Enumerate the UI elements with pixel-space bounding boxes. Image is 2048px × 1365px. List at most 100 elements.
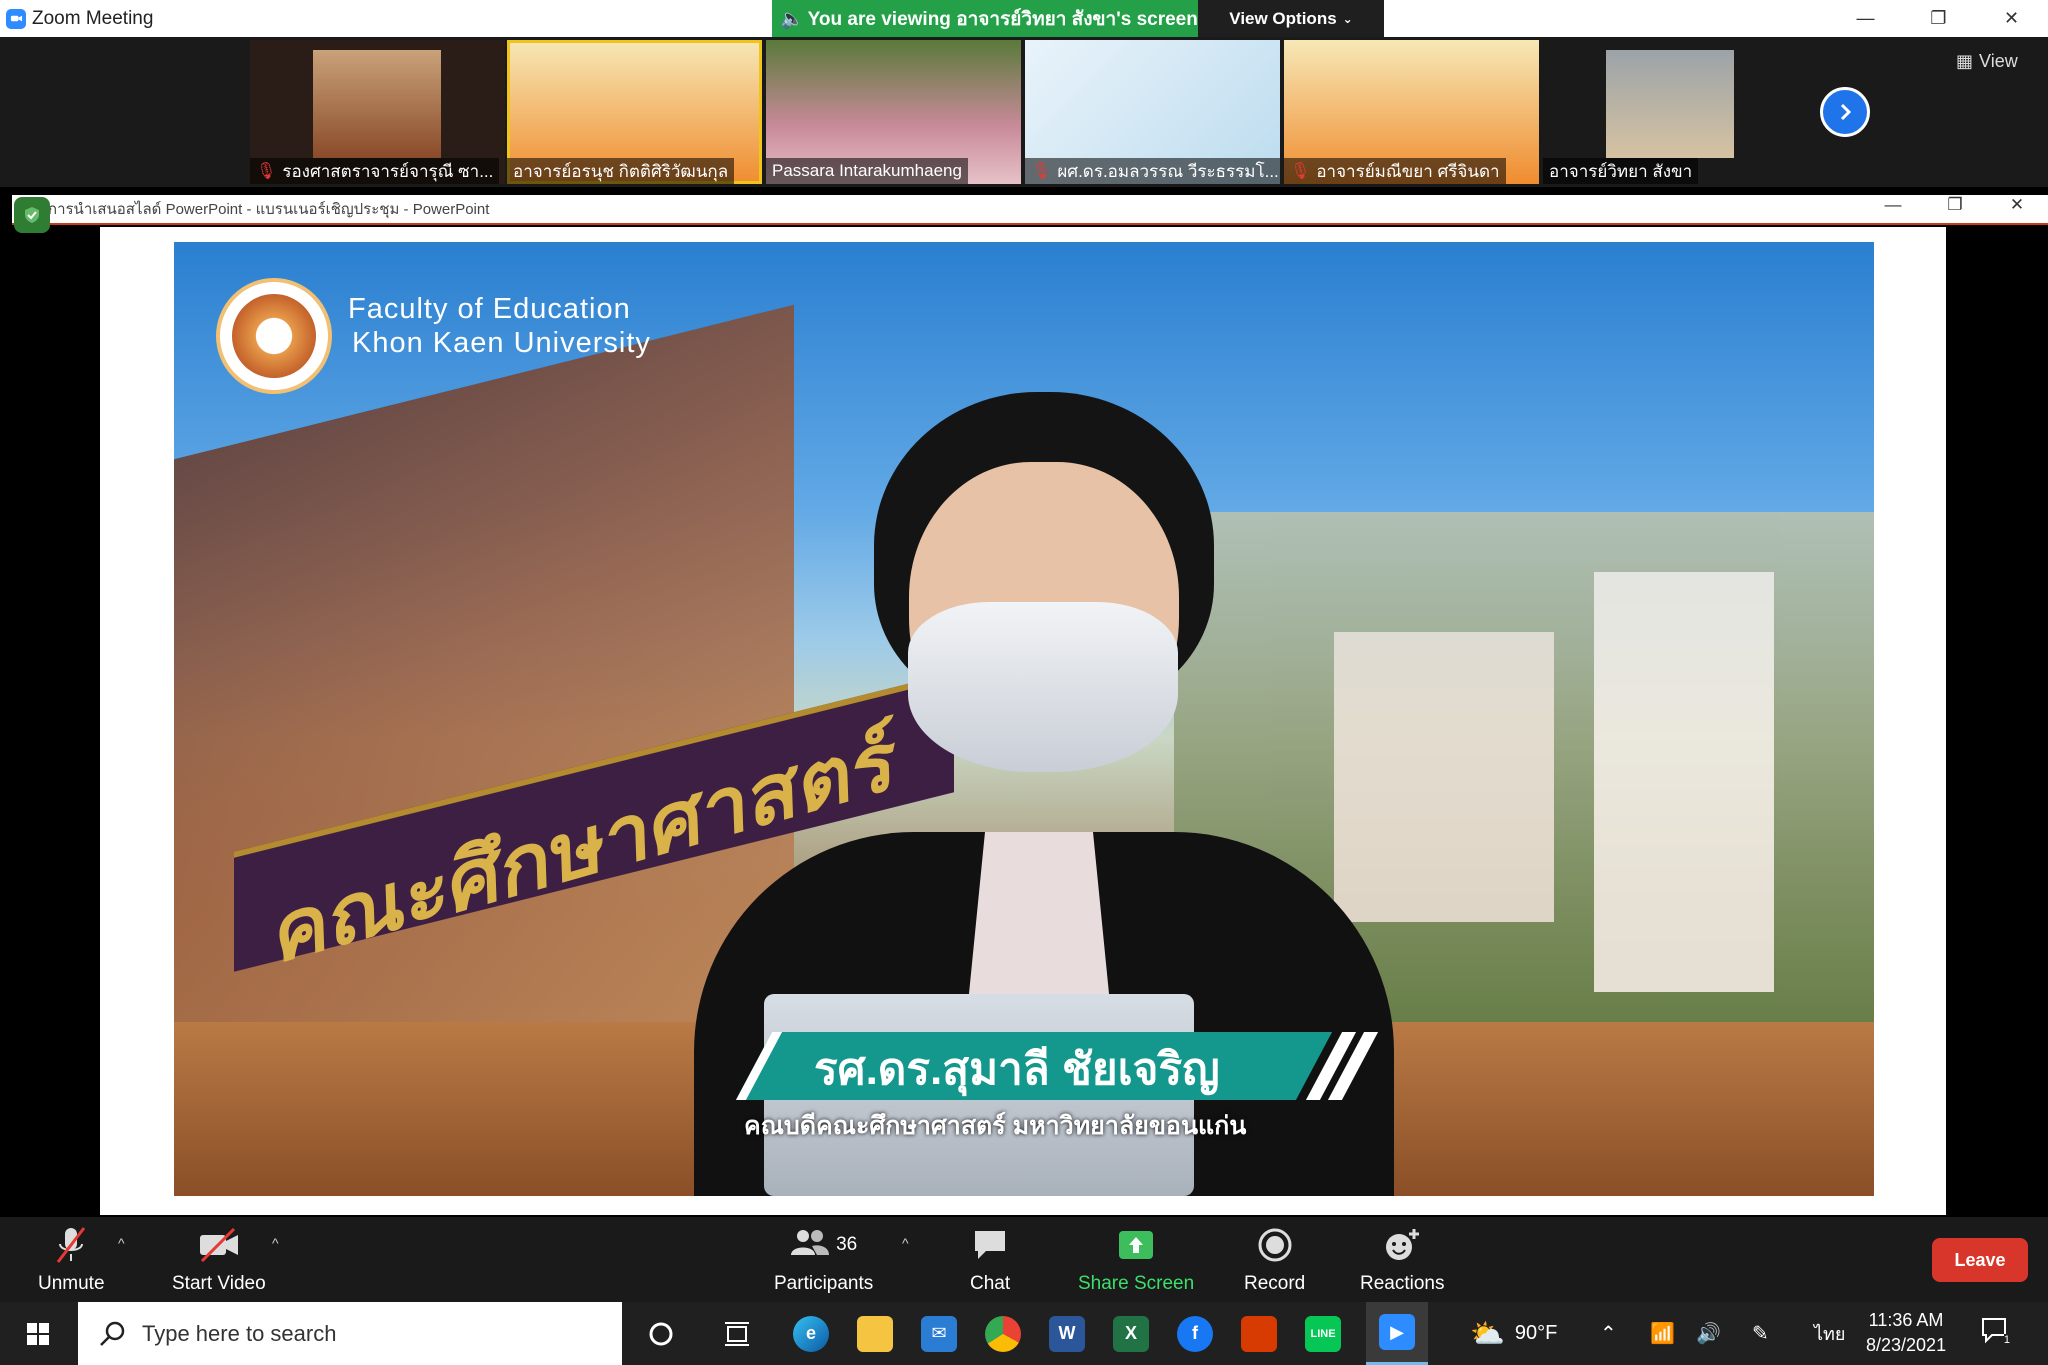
cortana-icon bbox=[649, 1322, 673, 1345]
notification-count: 1 bbox=[2003, 1334, 2010, 1346]
taskbar-clock[interactable]: 11:36 AM 8/23/2021 bbox=[1866, 1308, 1946, 1358]
task-view-icon bbox=[725, 1321, 749, 1346]
search-placeholder: Type here to search bbox=[142, 1320, 337, 1346]
shield-check-icon bbox=[14, 197, 50, 233]
mic-muted-icon: 🎙 bbox=[1031, 163, 1052, 180]
chat-button[interactable]: Chat bbox=[970, 1225, 1010, 1295]
clock-time: 11:36 AM bbox=[1868, 1310, 1944, 1330]
volume-icon[interactable]: 🔊 bbox=[1696, 1302, 1721, 1365]
zoom-app-icon bbox=[6, 8, 26, 29]
start-button[interactable] bbox=[0, 1302, 76, 1365]
chat-bubble-icon bbox=[972, 1225, 1008, 1265]
window-title: Zoom Meeting bbox=[32, 7, 154, 29]
weather-widget[interactable]: ⛅ 90°F bbox=[1470, 1302, 1557, 1365]
office-icon bbox=[1241, 1315, 1277, 1352]
line-icon: LINE bbox=[1305, 1315, 1341, 1352]
taskbar-file-explorer[interactable] bbox=[844, 1302, 906, 1365]
slide-content: คณะศึกษาศาสตร์ Faculty of Education Khon… bbox=[174, 242, 1874, 1196]
smiley-add-icon bbox=[1383, 1225, 1421, 1265]
mic-muted-icon bbox=[54, 1225, 88, 1265]
partly-cloudy-icon: ⛅ bbox=[1470, 1318, 1505, 1349]
shared-screen: การนำเสนอสไลด์ PowerPoint - แบรนเนอร์เชิ… bbox=[0, 195, 2048, 1217]
zoom-icon: ▶ bbox=[1379, 1314, 1415, 1350]
participant-tile[interactable]: Passara Intarakumhaeng bbox=[766, 40, 1021, 184]
leave-button[interactable]: Leave bbox=[1932, 1238, 2028, 1282]
start-video-button[interactable]: Start Video bbox=[172, 1225, 266, 1295]
face-mask bbox=[908, 602, 1178, 772]
participant-tile[interactable]: 🎙 ผศ.ดร.อมลวรรณ วีระธรรมโ... bbox=[1025, 40, 1280, 184]
cortana-button[interactable] bbox=[630, 1302, 692, 1365]
chevron-up-icon: ⌃ bbox=[1600, 1323, 1617, 1345]
show-hidden-icons-button[interactable]: ⌃ bbox=[1600, 1302, 1617, 1365]
network-icon[interactable]: 📶 bbox=[1650, 1302, 1675, 1365]
participant-name-bar: Passara Intarakumhaeng bbox=[766, 158, 968, 184]
excel-icon: X bbox=[1113, 1315, 1149, 1352]
mic-muted-icon: 🎙 bbox=[1290, 163, 1311, 180]
taskbar-facebook[interactable]: f bbox=[1164, 1302, 1226, 1365]
audio-options-caret[interactable]: ^ bbox=[118, 1235, 125, 1251]
participant-video bbox=[313, 50, 441, 158]
taskbar-zoom[interactable]: ▶ bbox=[1366, 1302, 1428, 1365]
taskbar-search-box[interactable]: Type here to search bbox=[78, 1302, 622, 1365]
participant-tile[interactable]: อาจารย์วิทยา สังขา bbox=[1543, 40, 1798, 184]
reactions-button[interactable]: Reactions bbox=[1360, 1225, 1445, 1295]
share-status-text: You are viewing อาจารย์วิทยา สังขา's scr… bbox=[807, 8, 1198, 30]
taskbar-chrome[interactable] bbox=[972, 1302, 1034, 1365]
notification-center-button[interactable]: 1 bbox=[1980, 1316, 2010, 1346]
view-layout-button[interactable]: ▦ View bbox=[1956, 51, 2018, 72]
share-screen-button[interactable]: Share Screen bbox=[1078, 1225, 1194, 1295]
caption-role: คณบดีคณะศึกษาศาสตร์ มหาวิทยาลัยขอนแก่น bbox=[744, 1112, 1247, 1140]
edge-icon: e bbox=[793, 1315, 829, 1352]
participant-name-bar: 🎙 อาจารย์มณีขยา ศรีจินดา bbox=[1284, 158, 1506, 184]
view-options-button[interactable]: View Options ⌄ bbox=[1198, 0, 1384, 37]
participants-icon bbox=[790, 1227, 830, 1263]
next-page-button[interactable] bbox=[1820, 87, 1870, 137]
shared-restore-button: ❐ bbox=[1947, 195, 1963, 214]
search-icon bbox=[100, 1321, 125, 1346]
taskbar-word[interactable]: W bbox=[1036, 1302, 1098, 1365]
shared-close-button: ✕ bbox=[2009, 195, 2025, 214]
word-icon: W bbox=[1049, 1315, 1085, 1352]
folder-icon bbox=[857, 1315, 893, 1352]
taskbar-line[interactable]: LINE bbox=[1292, 1302, 1354, 1365]
participant-name-bar: อาจารย์วิทยา สังขา bbox=[1543, 158, 1699, 184]
unmute-button[interactable]: Unmute bbox=[38, 1225, 105, 1295]
participant-tile[interactable]: 🎙 อาจารย์มณีขยา ศรีจินดา bbox=[1284, 40, 1539, 184]
chrome-icon bbox=[985, 1315, 1021, 1352]
university-seal-logo bbox=[216, 278, 332, 394]
input-language-indicator[interactable]: ไทย bbox=[1814, 1302, 1845, 1365]
faculty-title: Faculty of Education Khon Kaen Universit… bbox=[348, 293, 651, 359]
facebook-icon: f bbox=[1177, 1315, 1213, 1352]
participants-button[interactable]: 36 Participants bbox=[774, 1225, 873, 1295]
taskbar-office[interactable] bbox=[1228, 1302, 1290, 1365]
participant-name-bar: 🎙 รองศาสตราจารย์จารุณี ซา... bbox=[250, 158, 500, 184]
minimize-button[interactable]: — bbox=[1829, 0, 1902, 37]
shared-window-titlebar: การนำเสนอสไลด์ PowerPoint - แบรนเนอร์เชิ… bbox=[12, 195, 2048, 233]
taskbar-mail[interactable]: ✉ bbox=[908, 1302, 970, 1365]
meeting-toolbar: Unmute ^ Start Video ^ 36 Participants ^… bbox=[0, 1217, 2048, 1302]
window-titlebar: Zoom Meeting 🔈 You are viewing อาจารย์วิ… bbox=[0, 0, 2048, 37]
participants-options-caret[interactable]: ^ bbox=[902, 1235, 909, 1251]
pen-icon[interactable]: ✎ bbox=[1752, 1302, 1769, 1365]
clock-date: 8/23/2021 bbox=[1866, 1335, 1947, 1355]
video-options-caret[interactable]: ^ bbox=[272, 1235, 279, 1251]
restore-button[interactable]: ❐ bbox=[1902, 0, 1975, 37]
caption-name: รศ.ดร.สุมาลี ชัยเจริญ bbox=[814, 1045, 1220, 1094]
mail-icon: ✉ bbox=[921, 1315, 957, 1352]
chevron-right-icon bbox=[1840, 103, 1852, 121]
video-off-icon bbox=[198, 1225, 240, 1265]
record-button[interactable]: Record bbox=[1244, 1225, 1305, 1295]
windows-icon bbox=[27, 1322, 49, 1345]
participant-tile-active[interactable]: อาจารย์อรนุช กิตติศิริวัฒนกุล bbox=[507, 40, 762, 184]
speaker-icon: 🔈 bbox=[780, 8, 804, 30]
os-taskbar: Type here to search e ✉ W X f LINE ▶ ⛅ 9… bbox=[0, 1302, 2048, 1365]
task-view-button[interactable] bbox=[706, 1302, 768, 1365]
participant-name-bar: อาจารย์อรนุช กิตติศิริวัฒนกุล bbox=[507, 158, 735, 184]
taskbar-excel[interactable]: X bbox=[1100, 1302, 1162, 1365]
participant-gallery-strip: 🎙 รองศาสตราจารย์จารุณี ซา... อาจารย์อรนุช… bbox=[0, 37, 2048, 187]
taskbar-edge[interactable]: e bbox=[780, 1302, 842, 1365]
participant-tile[interactable]: 🎙 รองศาสตราจารย์จารุณี ซา... bbox=[250, 40, 505, 184]
share-screen-icon bbox=[1116, 1225, 1156, 1265]
close-button[interactable]: ✕ bbox=[1975, 0, 2048, 37]
grid-icon: ▦ bbox=[1956, 51, 1974, 71]
